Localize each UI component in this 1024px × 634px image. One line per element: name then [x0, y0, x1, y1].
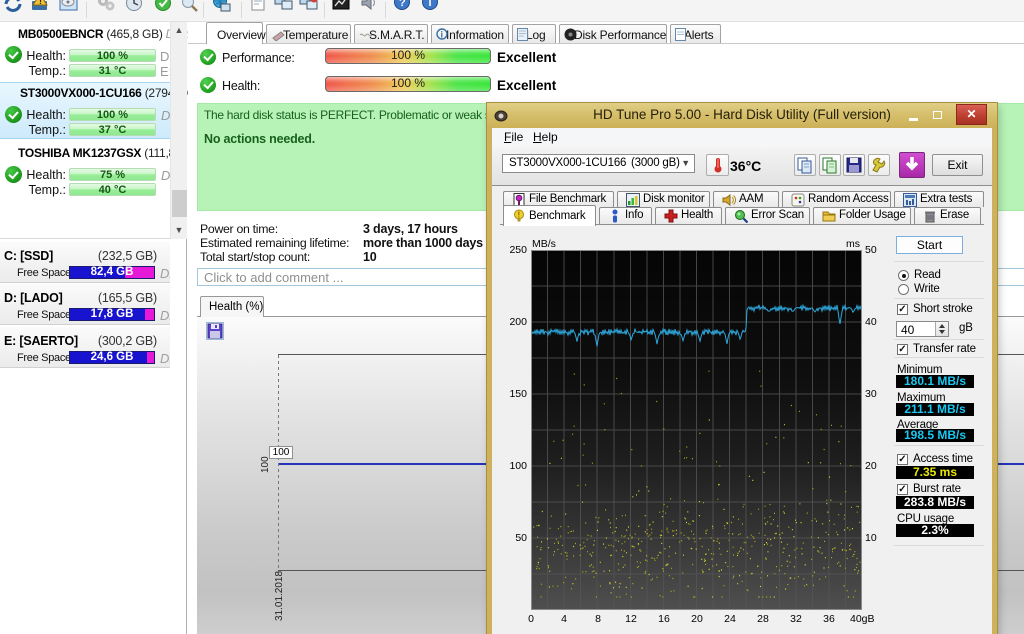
svg-text:?: ? [399, 0, 406, 9]
svg-text:!: ! [518, 211, 521, 220]
svg-text:i: i [441, 30, 443, 40]
svg-text:!: ! [39, 0, 42, 6]
svg-text:i: i [429, 0, 432, 9]
